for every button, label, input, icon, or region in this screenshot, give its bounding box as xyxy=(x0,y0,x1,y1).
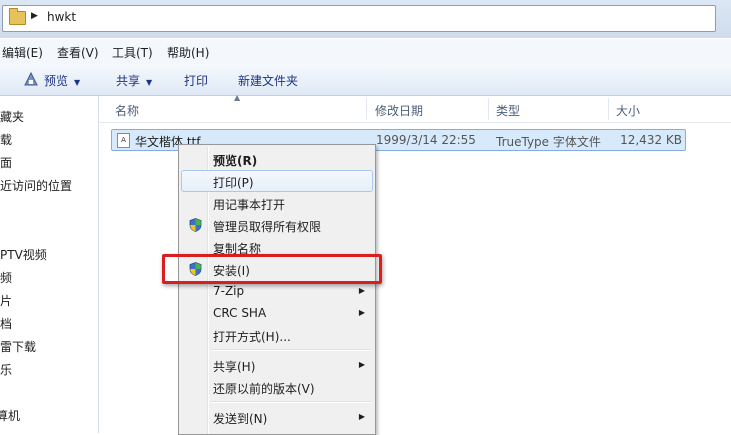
ctx-take-ownership-label: 管理员取得所有权限 xyxy=(213,220,322,234)
ctx-send-to-label: 发送到(N) xyxy=(213,412,268,426)
menu-separator xyxy=(211,349,371,351)
breadcrumb-path[interactable]: hwkt xyxy=(47,10,76,24)
column-name[interactable]: 名称 xyxy=(115,102,139,119)
sort-indicator-icon: ▲ xyxy=(234,93,241,102)
ctx-share[interactable]: 共享(H) ▶ xyxy=(181,354,373,376)
ctx-open-with-label: 打开方式(H)... xyxy=(213,330,291,344)
folder-icon xyxy=(9,8,26,25)
nav-item-desktop[interactable]: 面 xyxy=(0,154,12,171)
ctx-open-notepad[interactable]: 用记事本打开 xyxy=(181,192,373,214)
menu-tools[interactable]: 工具(T) xyxy=(112,44,153,61)
uac-shield-icon xyxy=(189,218,202,232)
install-highlight-box xyxy=(162,254,382,284)
ctx-crc-sha[interactable]: CRC SHA ▶ xyxy=(181,302,373,324)
nav-item-pptv-video[interactable]: PTV视频 xyxy=(0,246,47,263)
print-button[interactable]: 打印 xyxy=(184,72,208,89)
ctx-preview[interactable]: 预览(R) xyxy=(181,148,373,170)
ctx-print-label: 打印(P) xyxy=(213,176,254,190)
nav-item-thunder-downloads[interactable]: 雷下载 xyxy=(0,338,36,355)
ctx-take-ownership[interactable]: 管理员取得所有权限 xyxy=(181,214,373,236)
menu-edit[interactable]: 编辑(E) xyxy=(2,44,43,61)
submenu-arrow-icon: ▶ xyxy=(358,412,365,421)
menu-separator xyxy=(211,401,371,403)
ctx-crc-sha-label: CRC SHA xyxy=(213,306,267,320)
column-divider[interactable] xyxy=(488,98,489,120)
navigation-pane: 藏夹 载 面 近访问的位置 PTV视频 频 片 档 雷下载 乐 算机 xyxy=(0,96,99,433)
column-type[interactable]: 类型 xyxy=(496,102,520,119)
preview-label: 预览 xyxy=(44,74,69,88)
ctx-7zip-label: 7-Zip xyxy=(213,284,245,298)
menu-help[interactable]: 帮助(H) xyxy=(167,44,209,61)
column-header: ▲ 名称 修改日期 类型 大小 xyxy=(100,93,731,123)
nav-item-videos[interactable]: 频 xyxy=(0,269,12,286)
submenu-arrow-icon: ▶ xyxy=(358,286,365,295)
nav-item-documents[interactable]: 档 xyxy=(0,315,12,332)
column-size[interactable]: 大小 xyxy=(616,102,640,119)
ctx-open-notepad-label: 用记事本打开 xyxy=(213,198,286,212)
ctx-preview-label: 预览(R) xyxy=(213,154,258,168)
nav-item-downloads[interactable]: 载 xyxy=(0,131,12,148)
share-label: 共享 xyxy=(116,74,141,88)
dropdown-arrow-icon: ▼ xyxy=(74,78,81,87)
ctx-restore-versions-label: 还原以前的版本(V) xyxy=(213,382,315,396)
column-modified[interactable]: 修改日期 xyxy=(375,102,423,119)
dropdown-arrow-icon: ▼ xyxy=(146,78,153,87)
ctx-share-label: 共享(H) xyxy=(213,360,256,374)
context-menu: 预览(R) 打印(P) 用记事本打开 管理员取得所有权限 复制名称 安装(I) … xyxy=(178,144,376,435)
nav-item-music[interactable]: 乐 xyxy=(0,361,12,378)
ctx-print[interactable]: 打印(P) xyxy=(181,170,373,192)
ctx-open-with[interactable]: 打开方式(H)... xyxy=(181,324,373,346)
menu-bar: 编辑(E) 查看(V) 工具(T) 帮助(H) xyxy=(0,39,731,65)
column-divider[interactable] xyxy=(366,98,367,120)
address-bar: ▶ hwkt xyxy=(0,0,731,38)
preview-button[interactable]: 预览 ▼ xyxy=(44,72,80,89)
address-box[interactable]: ▶ hwkt xyxy=(2,5,716,32)
nav-item-favorites[interactable]: 藏夹 xyxy=(0,108,24,125)
submenu-arrow-icon: ▶ xyxy=(358,360,365,369)
nav-item-recent-places[interactable]: 近访问的位置 xyxy=(0,177,72,194)
file-modified: 1999/3/14 22:55 xyxy=(376,133,476,147)
preview-icon xyxy=(24,72,38,86)
nav-item-pictures[interactable]: 片 xyxy=(0,292,12,309)
submenu-arrow-icon: ▶ xyxy=(358,308,365,317)
font-file-icon: A xyxy=(117,133,130,148)
file-type: TrueType 字体文件 xyxy=(496,135,601,149)
new-folder-button[interactable]: 新建文件夹 xyxy=(238,72,298,89)
nav-item-computer[interactable]: 算机 xyxy=(0,407,20,424)
menu-view[interactable]: 查看(V) xyxy=(57,44,99,61)
share-button[interactable]: 共享 ▼ xyxy=(116,72,152,89)
column-divider[interactable] xyxy=(608,98,609,120)
file-size: 12,432 KB xyxy=(620,133,682,147)
breadcrumb-chevron-icon[interactable]: ▶ xyxy=(31,11,38,21)
ctx-send-to[interactable]: 发送到(N) ▶ xyxy=(181,406,373,428)
command-toolbar: 预览 ▼ 共享 ▼ 打印 新建文件夹 xyxy=(0,64,731,96)
ctx-restore-versions[interactable]: 还原以前的版本(V) xyxy=(181,376,373,398)
